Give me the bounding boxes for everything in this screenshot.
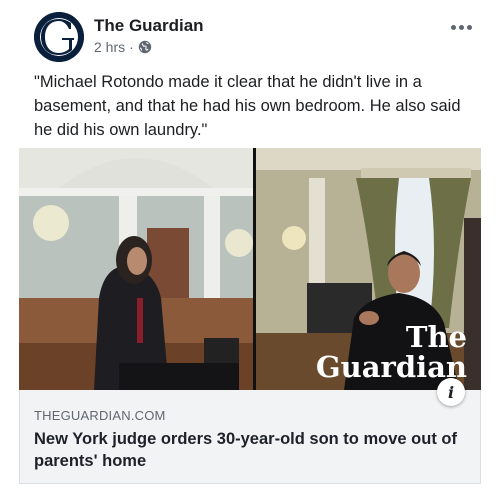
guardian-watermark: The Guardian <box>315 320 467 384</box>
timestamp[interactable]: 2 hrs <box>94 39 125 55</box>
link-headline[interactable]: New York judge orders 30-year-old son to… <box>34 428 464 472</box>
meta-separator: · <box>129 39 134 55</box>
link-preview[interactable]: THEGUARDIAN.COM New York judge orders 30… <box>19 390 481 484</box>
post-meta: 2 hrs · <box>94 39 152 55</box>
panel-divider <box>253 148 256 390</box>
link-domain: THEGUARDIAN.COM <box>34 408 166 423</box>
more-options-button[interactable] <box>448 16 474 38</box>
page-avatar[interactable] <box>34 12 84 62</box>
ellipsis-icon <box>450 24 456 30</box>
post-header: The Guardian 2 hrs · <box>34 12 474 64</box>
info-icon[interactable]: i <box>437 378 465 406</box>
page-name[interactable]: The Guardian <box>94 16 204 36</box>
globe-icon[interactable] <box>138 40 152 54</box>
post-image[interactable]: The Guardian <box>19 148 481 390</box>
guardian-logo-icon <box>34 12 84 62</box>
post-text: "Michael Rotondo made it clear that he d… <box>34 73 461 139</box>
